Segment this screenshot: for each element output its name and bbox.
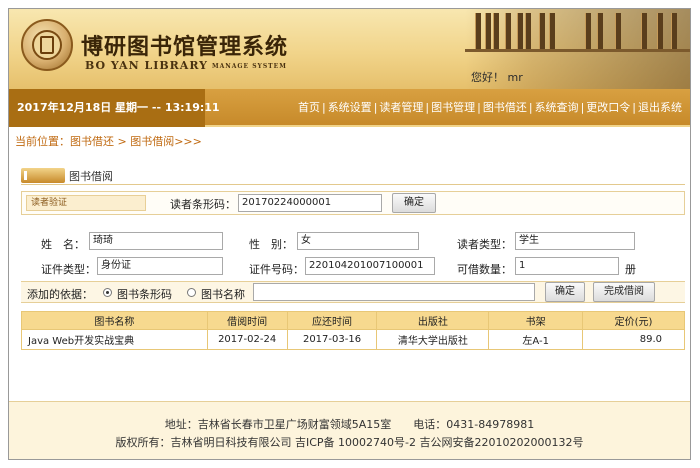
id-type-field[interactable]: 身份证 (97, 257, 223, 275)
add-by-row: 添加的依据： 图书条形码 图书名称 确定 完成借阅 (21, 281, 685, 303)
cell-shelf: 左A-1 (488, 329, 584, 350)
col-shelf: 书架 (488, 311, 584, 330)
cell-book-name: Java Web开发实战宝典 (21, 329, 208, 350)
quota-unit: 册 (625, 263, 636, 276)
reader-verify-tag: 读者验证 (26, 195, 146, 211)
nav-reader-management[interactable]: 读者管理 (379, 101, 423, 114)
gender-label: 性 别： (249, 238, 293, 251)
app-window: 博研图书馆管理系统 BO YAN LIBRARY MANAGE SYSTEM 您好… (8, 8, 691, 460)
nav-system-settings[interactable]: 系统设置 (328, 101, 372, 114)
id-number-field[interactable]: 220104201007100001 (305, 257, 435, 275)
app-title: 博研图书馆管理系统 (81, 34, 289, 60)
add-book-confirm-button[interactable]: 确定 (545, 282, 585, 302)
name-label: 姓 名： (41, 238, 85, 251)
gender-field[interactable]: 女 (297, 232, 419, 250)
nav-change-password[interactable]: 更改口令 (586, 101, 630, 114)
finish-borrow-button[interactable]: 完成借阅 (593, 282, 655, 302)
radio-book-barcode[interactable] (103, 288, 112, 297)
library-logo-icon (21, 19, 73, 71)
borrow-panel: 图书借阅 读者验证 读者条形码： 20170224000001 确定 姓 名： … (21, 165, 685, 355)
col-price: 定价(元) (582, 311, 685, 330)
add-by-label: 添加的依据： (27, 288, 93, 301)
header-banner: 博研图书馆管理系统 BO YAN LIBRARY MANAGE SYSTEM 您好… (9, 9, 690, 89)
nav-logout[interactable]: 退出系统 (638, 101, 682, 114)
col-due-date: 应还时间 (286, 311, 378, 330)
footer-address: 地址：吉林省长春市卫星广场财富领域5A15室 电话：0431-84978981 (164, 418, 535, 431)
id-type-label: 证件类型： (41, 263, 96, 276)
panel-title: 图书借阅 (69, 170, 113, 183)
cell-borrow-date: 2017-02-24 (206, 329, 288, 350)
quota-label: 可借数量： (457, 263, 512, 276)
quota-field[interactable]: 1 (515, 257, 619, 275)
cell-due-date: 2017-03-16 (286, 329, 378, 350)
nav-home[interactable]: 首页 (298, 101, 320, 114)
reader-confirm-button[interactable]: 确定 (392, 193, 436, 213)
table-row: Java Web开发实战宝典 2017-02-24 2017-03-16 清华大… (21, 329, 685, 350)
page-footer: 地址：吉林省长春市卫星广场财富领域5A15室 电话：0431-84978981 … (9, 401, 690, 459)
nav-borrow-return[interactable]: 图书借还 (483, 101, 527, 114)
breadcrumb: 当前位置：图书借还 > 图书借阅>>> (15, 135, 202, 148)
table-header-row: 图书名称 借阅时间 应还时间 出版社 书架 定价(元) (21, 311, 685, 330)
col-book-name: 图书名称 (21, 311, 208, 330)
radio-book-name-label[interactable]: 图书名称 (201, 286, 245, 302)
name-field[interactable]: 琦琦 (89, 232, 223, 250)
id-number-label: 证件号码： (249, 263, 304, 276)
welcome-text: 您好！ mr (471, 71, 523, 84)
reader-type-label: 读者类型： (457, 238, 512, 251)
borrow-table: 图书名称 借阅时间 应还时间 出版社 书架 定价(元) Java Web开发实战… (21, 311, 685, 350)
cell-publisher: 清华大学出版社 (376, 329, 490, 350)
panel-tab-icon (21, 168, 65, 183)
panel-header: 图书借阅 (21, 165, 685, 185)
barcode-label: 读者条形码： (170, 198, 236, 211)
nav-system-query[interactable]: 系统查询 (535, 101, 579, 114)
radio-book-name[interactable] (187, 288, 196, 297)
datetime-display: 2017年12月18日 星期一 -- 13:19:11 (9, 89, 220, 127)
reader-barcode-input[interactable]: 20170224000001 (238, 194, 382, 212)
cell-price: 89.0 (582, 329, 685, 350)
radio-book-barcode-label[interactable]: 图书条形码 (117, 286, 172, 302)
col-publisher: 出版社 (376, 311, 490, 330)
reader-verify-row: 读者验证 读者条形码： 20170224000001 确定 (21, 191, 685, 215)
reader-type-field[interactable]: 学生 (515, 232, 635, 250)
nav-links: 首页 | 系统设置 | 读者管理 | 图书管理 | 图书借还 | 系统查询 | 更改口令 | 退出系统 (297, 101, 682, 114)
app-title-en: BO YAN LIBRARY MANAGE SYSTEM (85, 59, 287, 72)
book-search-input[interactable] (253, 283, 535, 301)
top-navbar: 2017年12月18日 星期一 -- 13:19:11 首页 | 系统设置 | 读者管理… (9, 89, 690, 127)
nav-book-management[interactable]: 图书管理 (431, 101, 475, 114)
footer-copyright: 版权所有：吉林省明日科技有限公司 吉ICP备 10002740号-2 吉公网安备… (115, 436, 584, 449)
col-borrow-date: 借阅时间 (206, 311, 288, 330)
